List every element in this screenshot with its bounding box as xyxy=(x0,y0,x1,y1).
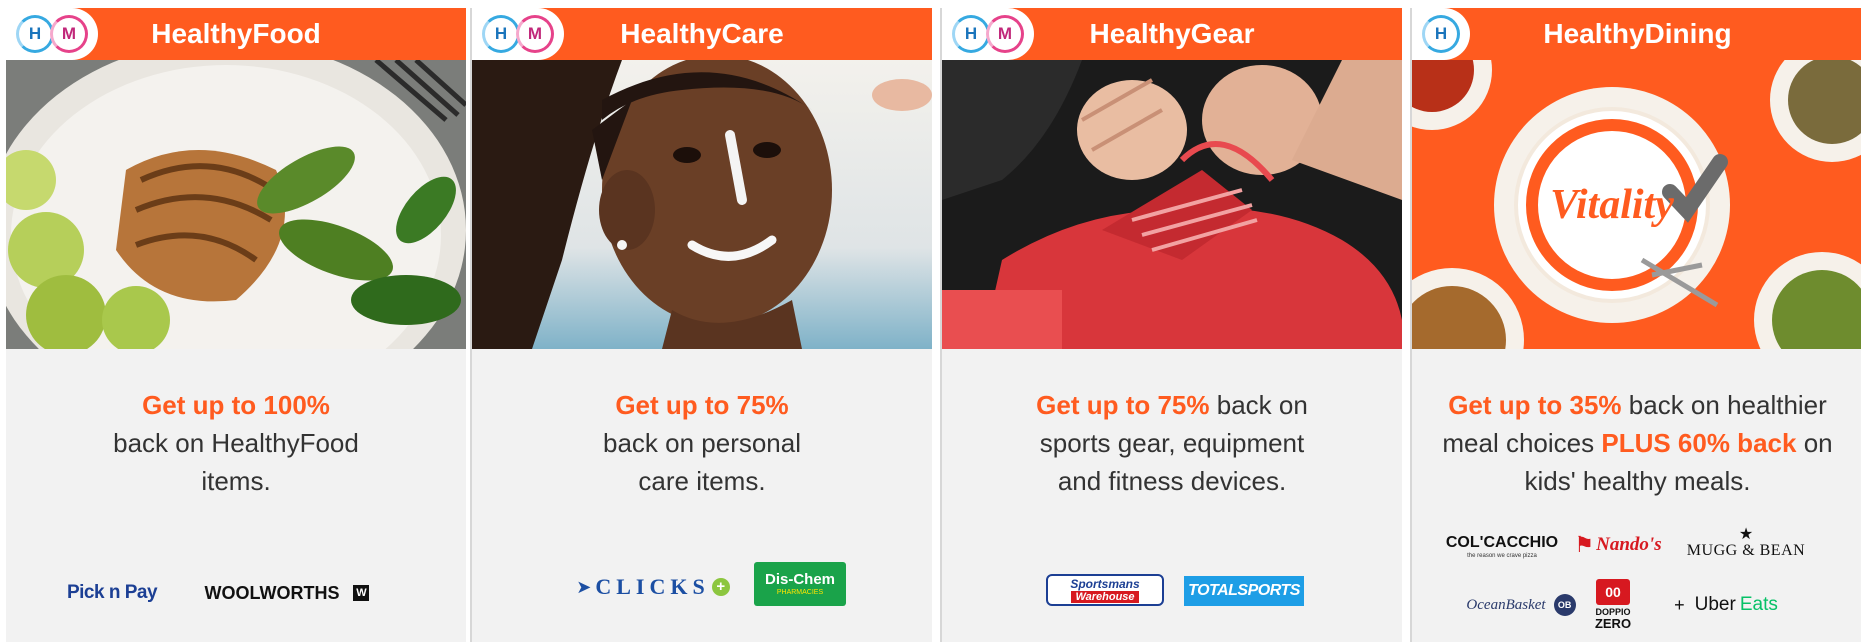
dining-image: Vitality xyxy=(1412,60,1861,349)
card-title: HealthyGear xyxy=(1089,18,1255,49)
offer-line: Get up to 35% back on healthier meal cho… xyxy=(1420,386,1855,500)
colcacchio-logo[interactable]: COL'CACCHIO the reason we crave pizza xyxy=(1446,530,1558,564)
clicks-bird-icon: ➤ xyxy=(576,576,592,597)
offer-highlight: Get up to 100% xyxy=(142,390,330,420)
ocean-basket-logo[interactable]: OceanBasket OB xyxy=(1456,590,1586,620)
healthycare-card[interactable]: H M HealthyCare Get up to 75% back on pe… xyxy=(470,8,932,642)
mugg-bean-star-icon: ★ xyxy=(1738,526,1754,543)
vitality-wordmark: Vitality xyxy=(1550,182,1674,228)
totalsports-logo[interactable]: TOTALSPORTS xyxy=(1184,576,1304,606)
healthyfood-card[interactable]: H M HealthyFood Get up to 100% back on H… xyxy=(6,8,466,642)
dischem-logo[interactable]: Dis-Chem PHARMACIES xyxy=(754,562,846,606)
offer-body: back on HealthyFood items. xyxy=(113,428,359,496)
offer-line: Get up to 75% back on sports gear, equip… xyxy=(956,386,1388,500)
card-header: H M HealthyFood xyxy=(6,8,466,60)
offer-text: Get up to 75% back on sports gear, equip… xyxy=(956,386,1388,500)
offer-highlight: Get up to 75% xyxy=(615,390,789,420)
care-image xyxy=(472,60,932,349)
offer-text: Get up to 100% back on HealthyFood items… xyxy=(20,386,452,500)
offer-text: Get up to 35% back on healthier meal cho… xyxy=(1420,386,1855,500)
card-header: H M HealthyCare xyxy=(472,8,932,60)
card-header: H HealthyDining xyxy=(1412,8,1861,60)
offer-highlight: Get up to 35% xyxy=(1448,390,1622,420)
card-title: HealthyCare xyxy=(620,18,784,49)
sportsmans-warehouse-logo[interactable]: Sportsmans Warehouse xyxy=(1046,574,1164,606)
healthydining-card[interactable]: H HealthyDining Vitality Get up to 35% b… xyxy=(1410,8,1861,642)
clicks-plus-icon: + xyxy=(711,578,730,596)
nandos-logo[interactable]: ⚑ Nando's xyxy=(1564,528,1672,562)
offer-body: back on personal care items. xyxy=(602,428,802,496)
healthygear-card[interactable]: H M HealthyGear Get up to 75% back on sp… xyxy=(940,8,1402,642)
gear-image xyxy=(942,60,1402,349)
doppio-zero-logo[interactable]: 00 DOPPIO ZERO xyxy=(1588,576,1638,634)
nandos-rooster-icon: ⚑ xyxy=(1574,532,1595,557)
woolworths-w-icon: W xyxy=(353,585,370,601)
mugg-bean-logo[interactable]: ★ MUGG & BEAN xyxy=(1680,526,1812,562)
card-header: H M HealthyGear xyxy=(942,8,1402,60)
offer-highlight: Get up to 75% xyxy=(1036,390,1210,420)
offer-text: Get up to 75% back on personal care item… xyxy=(486,386,918,500)
food-image xyxy=(6,60,466,349)
woolworths-logo[interactable]: WOOLWORTHS W xyxy=(192,580,382,606)
uber-eats-logo[interactable]: + Uber Eats xyxy=(1646,590,1806,620)
picknpay-logo[interactable]: Pick n Pay xyxy=(56,580,168,606)
doppio-zero-icon: 00 xyxy=(1596,579,1630,605)
clicks-logo[interactable]: ➤ CLICKS + xyxy=(568,572,738,602)
offer-highlight-2: PLUS 60% back xyxy=(1601,428,1797,458)
card-title: HealthyDining xyxy=(1543,18,1732,49)
card-title: HealthyFood xyxy=(151,18,321,49)
